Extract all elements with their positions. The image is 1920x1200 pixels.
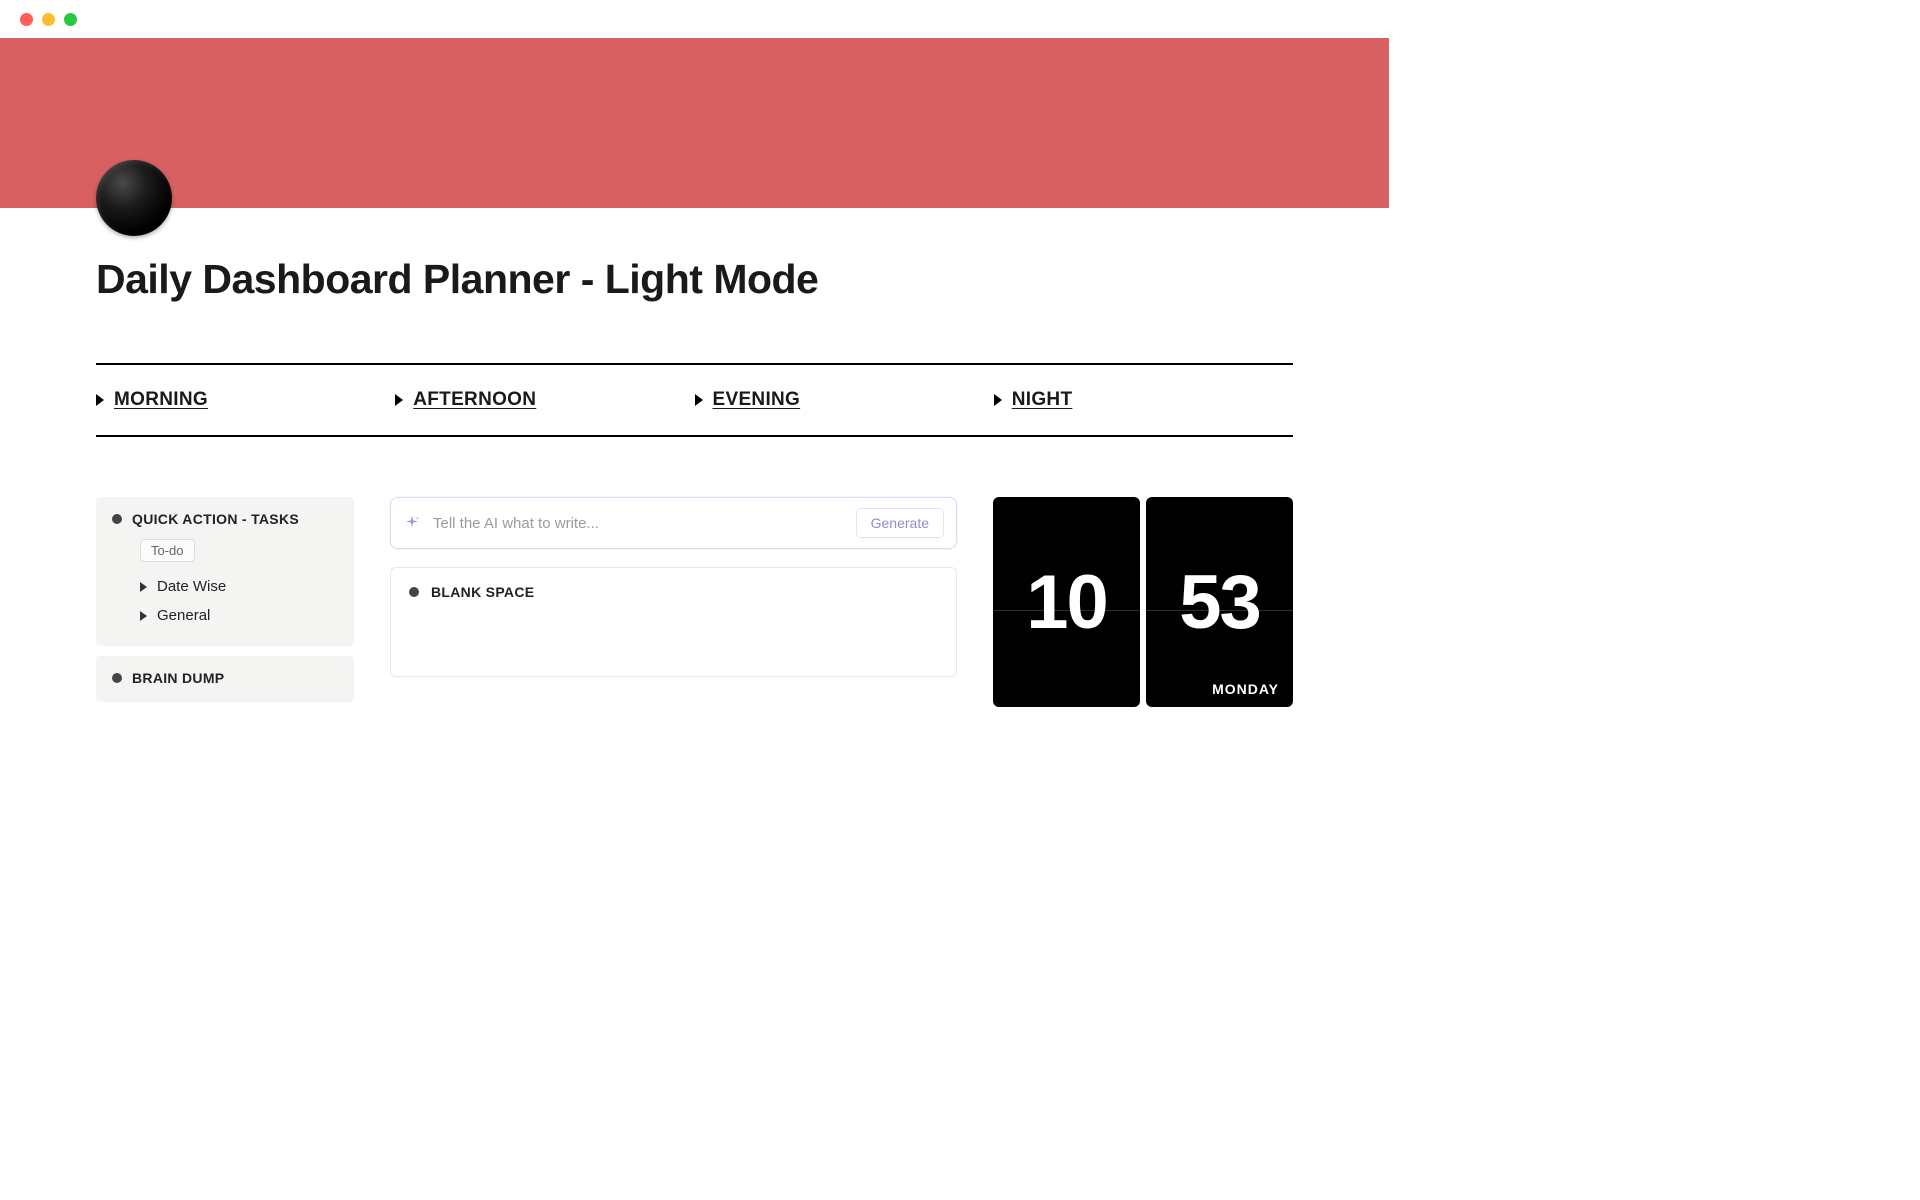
triangle-right-icon: [695, 394, 703, 406]
flip-clock-widget: 10 53 MONDAY: [993, 497, 1293, 707]
list-item-label: Date Wise: [157, 578, 226, 595]
brain-dump-title: BRAIN DUMP: [132, 670, 224, 686]
brain-dump-card[interactable]: BRAIN DUMP: [96, 656, 354, 702]
list-item-label: General: [157, 607, 210, 624]
page-title[interactable]: Daily Dashboard Planner - Light Mode: [96, 208, 1293, 303]
ai-prompt-input[interactable]: [433, 515, 844, 532]
clock-hours-card: 10: [993, 497, 1140, 707]
section-morning[interactable]: MORNING: [96, 389, 395, 411]
todo-pill[interactable]: To-do: [140, 539, 195, 562]
bullet-icon: [112, 673, 122, 683]
sparkle-icon: [403, 514, 421, 532]
quick-action-card[interactable]: QUICK ACTION - TASKS To-do Date Wise Gen…: [96, 497, 354, 646]
minimize-window-button[interactable]: [42, 13, 55, 26]
maximize-window-button[interactable]: [64, 13, 77, 26]
triangle-right-icon: [994, 394, 1002, 406]
page-cover[interactable]: [0, 38, 1389, 208]
blank-space-title: BLANK SPACE: [431, 584, 534, 600]
list-item[interactable]: General: [140, 601, 338, 630]
triangle-right-icon: [140, 582, 147, 592]
clock-minutes-card: 53 MONDAY: [1146, 497, 1293, 707]
generate-button[interactable]: Generate: [856, 508, 944, 538]
window-titlebar: [0, 0, 1389, 38]
clock-hours: 10: [1026, 559, 1107, 646]
section-label: NIGHT: [1012, 389, 1073, 411]
section-label: AFTERNOON: [413, 389, 536, 411]
time-sections-bar: MORNING AFTERNOON EVENING NIGHT: [96, 363, 1293, 437]
section-night[interactable]: NIGHT: [994, 389, 1293, 411]
bullet-icon: [409, 587, 419, 597]
triangle-right-icon: [140, 611, 147, 621]
page-icon[interactable]: [96, 160, 172, 236]
list-item[interactable]: Date Wise: [140, 572, 338, 601]
quick-action-title: QUICK ACTION - TASKS: [132, 511, 299, 527]
section-afternoon[interactable]: AFTERNOON: [395, 389, 694, 411]
section-evening[interactable]: EVENING: [695, 389, 994, 411]
bullet-icon: [112, 514, 122, 524]
blank-space-card[interactable]: BLANK SPACE: [390, 567, 957, 677]
section-label: MORNING: [114, 389, 208, 411]
triangle-right-icon: [395, 394, 403, 406]
clock-day: MONDAY: [1212, 681, 1279, 697]
close-window-button[interactable]: [20, 13, 33, 26]
triangle-right-icon: [96, 394, 104, 406]
ai-prompt-box: Generate: [390, 497, 957, 549]
section-label: EVENING: [713, 389, 801, 411]
clock-minutes: 53: [1179, 559, 1260, 646]
